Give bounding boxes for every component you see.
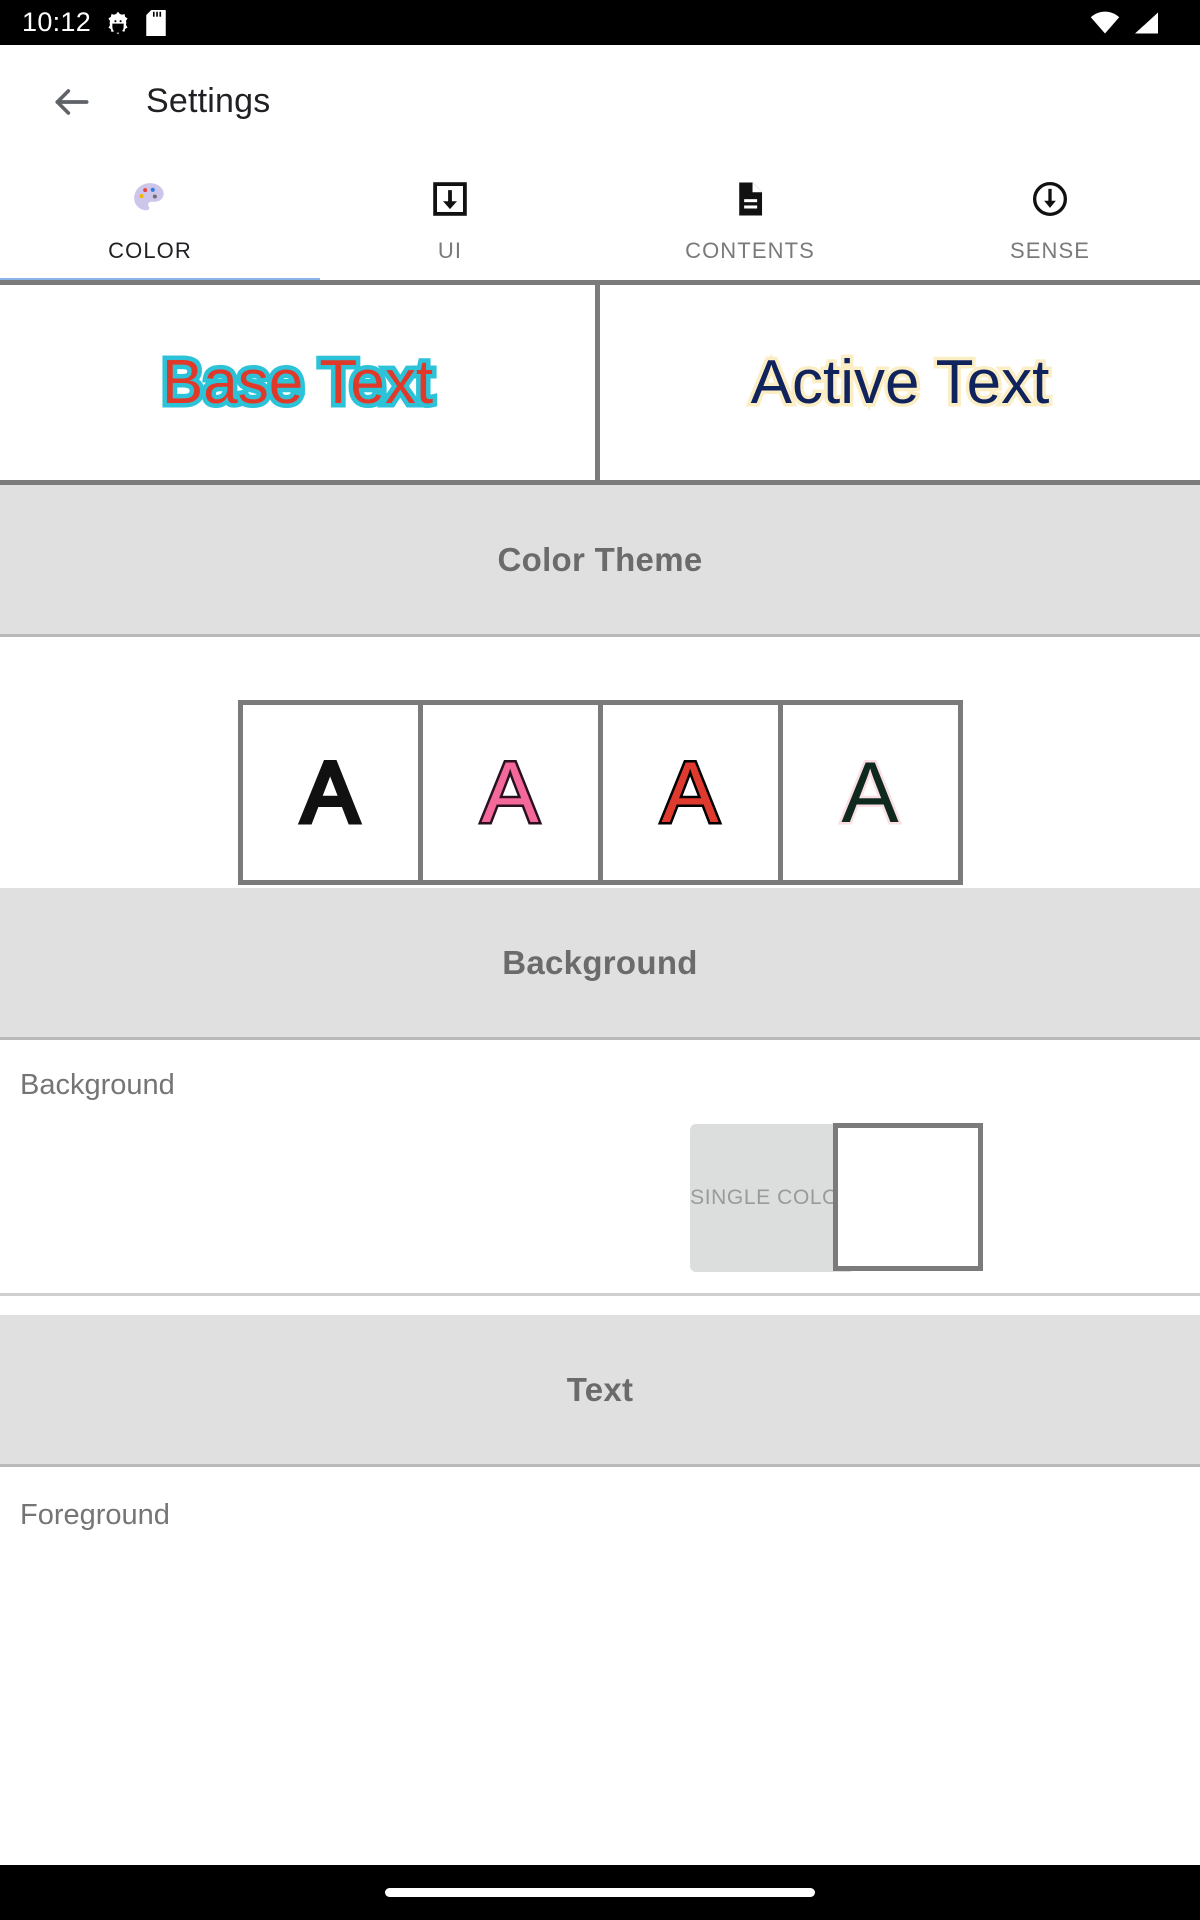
status-clock: 10:12: [22, 7, 92, 37]
color-theme-glyph-4: A: [839, 744, 901, 841]
arrow-back-icon: [50, 80, 94, 124]
preview-base-text: Base Text: [157, 344, 437, 422]
home-gesture-pill[interactable]: [385, 1888, 815, 1897]
background-color-chip[interactable]: [833, 1123, 983, 1271]
android-settings-icon: [105, 10, 131, 36]
wifi-icon: [1090, 11, 1120, 35]
tab-contents[interactable]: CONTENTS: [600, 158, 900, 284]
section-title-background: Background: [502, 943, 698, 981]
background-row-label: Background: [20, 1069, 175, 1101]
color-theme-glyph-3: A: [659, 744, 721, 841]
background-row[interactable]: Background SINGLE COLOR: [0, 1043, 1200, 1296]
status-bar: 10:12: [0, 0, 1200, 45]
color-theme-swatch-1[interactable]: A: [242, 705, 418, 880]
color-theme-swatch-row: A A A A: [0, 700, 1200, 885]
back-button[interactable]: [42, 72, 102, 132]
tab-label-contents: CONTENTS: [685, 238, 815, 263]
preview-active-text: Active Text: [747, 345, 1053, 421]
color-theme-swatch-3[interactable]: A: [602, 705, 778, 880]
status-bar-left: 10:12: [22, 9, 167, 36]
circle-arrow-down-icon: [1031, 178, 1069, 220]
background-row-separator: [0, 1293, 1200, 1296]
foreground-row-label: Foreground: [20, 1499, 170, 1531]
section-header-text: Text: [0, 1315, 1200, 1467]
section-header-color-theme: Color Theme: [0, 485, 1200, 637]
cell-signal-icon: [1132, 11, 1160, 35]
page-title: Settings: [146, 82, 271, 120]
app-bar: Settings: [0, 45, 1200, 158]
preview-card-active[interactable]: Active Text: [600, 285, 1200, 485]
tab-sense[interactable]: SENSE: [900, 158, 1200, 284]
document-icon: [731, 178, 769, 220]
single-color-button[interactable]: SINGLE COLOR: [690, 1124, 855, 1272]
status-bar-right: [1090, 11, 1178, 35]
foreground-row[interactable]: Foreground: [0, 1470, 1200, 1670]
tab-label-color: COLOR: [108, 238, 192, 263]
section-title-color-theme: Color Theme: [497, 540, 703, 578]
color-theme-glyph-2: A: [479, 744, 541, 841]
color-theme-swatches: A A A A: [237, 700, 963, 885]
tab-color[interactable]: COLOR: [0, 158, 320, 284]
color-theme-swatch-2[interactable]: A: [422, 705, 598, 880]
palette-icon: [131, 178, 169, 220]
system-navigation-bar: [0, 1865, 1200, 1920]
color-theme-glyph-1: A: [299, 744, 361, 841]
section-header-background: Background: [0, 888, 1200, 1040]
download-box-icon: [431, 178, 469, 220]
sd-card-icon: [145, 9, 167, 36]
color-theme-swatch-4[interactable]: A: [782, 705, 958, 880]
preview-cards: Base Text Active Text: [0, 285, 1200, 485]
section-title-text: Text: [566, 1370, 634, 1408]
settings-screen: 10:12 Settings COLOR UI CONTENTS SENSE B…: [0, 0, 1200, 1920]
preview-card-base[interactable]: Base Text: [0, 285, 600, 485]
single-color-button-label: SINGLE COLOR: [690, 1186, 855, 1209]
tab-label-sense: SENSE: [1009, 238, 1091, 263]
tab-bar: COLOR UI CONTENTS SENSE: [0, 158, 1200, 284]
tab-label-ui: UI: [437, 238, 463, 263]
tab-ui[interactable]: UI: [300, 158, 600, 284]
